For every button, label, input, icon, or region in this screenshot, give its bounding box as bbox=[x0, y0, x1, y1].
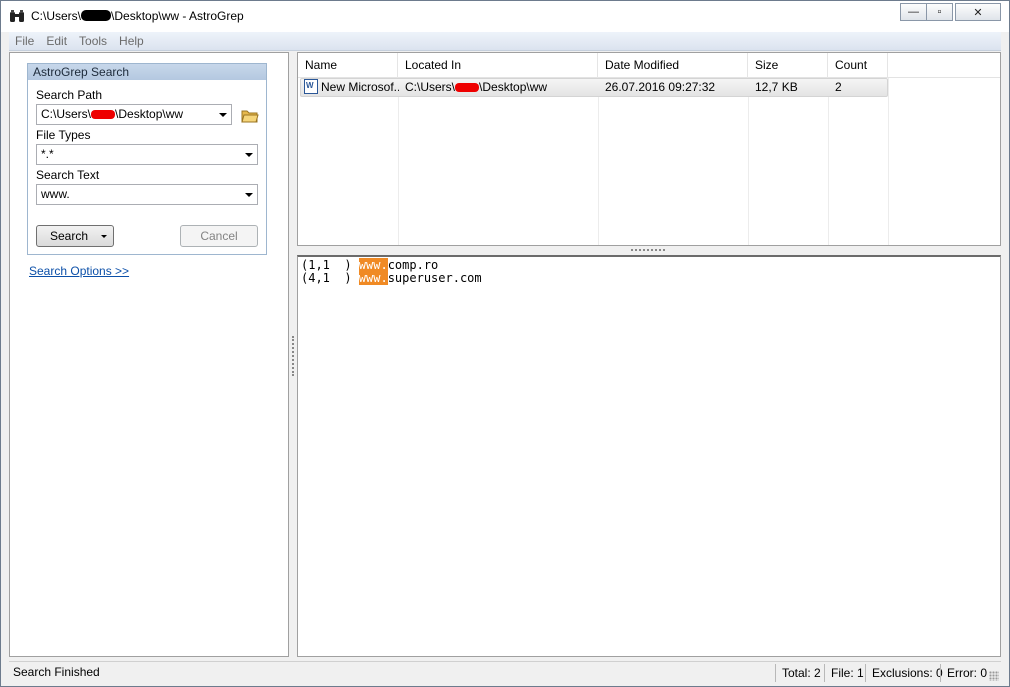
minimize-button[interactable]: — bbox=[900, 3, 927, 21]
cell-size: 12,7 KB bbox=[755, 80, 798, 94]
cell-count: 2 bbox=[835, 80, 842, 94]
search-options-link[interactable]: Search Options >> bbox=[29, 264, 129, 278]
cancel-button[interactable]: Cancel bbox=[180, 225, 258, 247]
search-groupbox: AstroGrep Search Search Path C:\Users\ \D… bbox=[27, 63, 267, 255]
cell-date-modified: 26.07.2016 09:27:32 bbox=[605, 80, 716, 94]
search-path-combo[interactable]: C:\Users\ \Desktop\ww bbox=[36, 104, 232, 125]
search-group-header: AstroGrep Search bbox=[28, 64, 266, 80]
resize-grip-icon[interactable] bbox=[989, 671, 999, 681]
column-name[interactable]: Name bbox=[298, 53, 398, 78]
column-size[interactable]: Size bbox=[748, 53, 828, 78]
status-bar: Search Finished Total: 2 File: 1 Exclusi… bbox=[9, 661, 1001, 683]
search-text-combo[interactable]: www. bbox=[36, 184, 258, 205]
status-exclusions: Exclusions: 0 bbox=[865, 664, 949, 682]
cell-located-in: C:\Users\ \Desktop\ww bbox=[405, 80, 548, 94]
file-types-combo[interactable]: *.* bbox=[36, 144, 258, 165]
dropdown-arrow-icon[interactable] bbox=[245, 153, 253, 157]
search-text-label: Search Text bbox=[36, 168, 100, 182]
menu-bar: File Edit Tools Help bbox=[9, 32, 1001, 51]
search-path-label: Search Path bbox=[36, 88, 103, 102]
column-count[interactable]: Count bbox=[828, 53, 888, 78]
redaction-mark bbox=[91, 110, 116, 119]
cell-name: New Microsof... bbox=[304, 79, 399, 96]
menu-help[interactable]: Help bbox=[113, 34, 150, 48]
title-bar[interactable]: C:\Users\ \Desktop\ww - AstroGrep — ▫ ✕ bbox=[1, 1, 1009, 32]
match-highlight: www. bbox=[358, 271, 388, 285]
status-errors: Error: 0 bbox=[940, 664, 993, 682]
column-located-in[interactable]: Located In bbox=[398, 53, 598, 78]
open-folder-icon[interactable] bbox=[241, 108, 259, 123]
binoculars-icon bbox=[10, 10, 24, 22]
app-window: C:\Users\ \Desktop\ww - AstroGrep — ▫ ✕ F… bbox=[0, 0, 1010, 687]
close-button[interactable]: ✕ bbox=[955, 3, 1001, 21]
match-highlight: www. bbox=[358, 258, 388, 272]
search-panel: AstroGrep Search Search Path C:\Users\ \D… bbox=[9, 52, 289, 657]
search-button[interactable]: Search bbox=[36, 225, 114, 247]
dropdown-arrow-icon[interactable] bbox=[219, 113, 227, 117]
redaction-mark bbox=[81, 10, 112, 21]
menu-edit[interactable]: Edit bbox=[40, 34, 73, 48]
vertical-splitter[interactable] bbox=[292, 336, 294, 376]
chevron-down-icon[interactable] bbox=[101, 235, 107, 238]
status-files: File: 1 bbox=[824, 664, 870, 682]
match-preview[interactable]: (1,1 ) www.comp.ro (4,1 ) www.superuser.… bbox=[297, 255, 1001, 657]
window-title: C:\Users\ \Desktop\ww - AstroGrep bbox=[31, 9, 244, 23]
file-types-label: File Types bbox=[36, 128, 91, 142]
maximize-button[interactable]: ▫ bbox=[926, 3, 953, 21]
status-message: Search Finished bbox=[13, 665, 100, 679]
word-doc-icon bbox=[304, 79, 318, 94]
match-line: (4,1 ) www.superuser.com bbox=[301, 271, 482, 285]
redaction-mark bbox=[455, 83, 480, 92]
menu-tools[interactable]: Tools bbox=[73, 34, 113, 48]
column-date-modified[interactable]: Date Modified bbox=[598, 53, 748, 78]
status-total: Total: 2 bbox=[775, 664, 827, 682]
horizontal-splitter[interactable] bbox=[631, 249, 665, 251]
results-list: Name Located In Date Modified Size Count… bbox=[297, 52, 1001, 246]
list-header: Name Located In Date Modified Size Count bbox=[298, 53, 1000, 78]
menu-file[interactable]: File bbox=[9, 34, 40, 48]
table-row[interactable]: New Microsof... C:\Users\\Desktop\ww 26.… bbox=[300, 78, 888, 97]
dropdown-arrow-icon[interactable] bbox=[245, 193, 253, 197]
